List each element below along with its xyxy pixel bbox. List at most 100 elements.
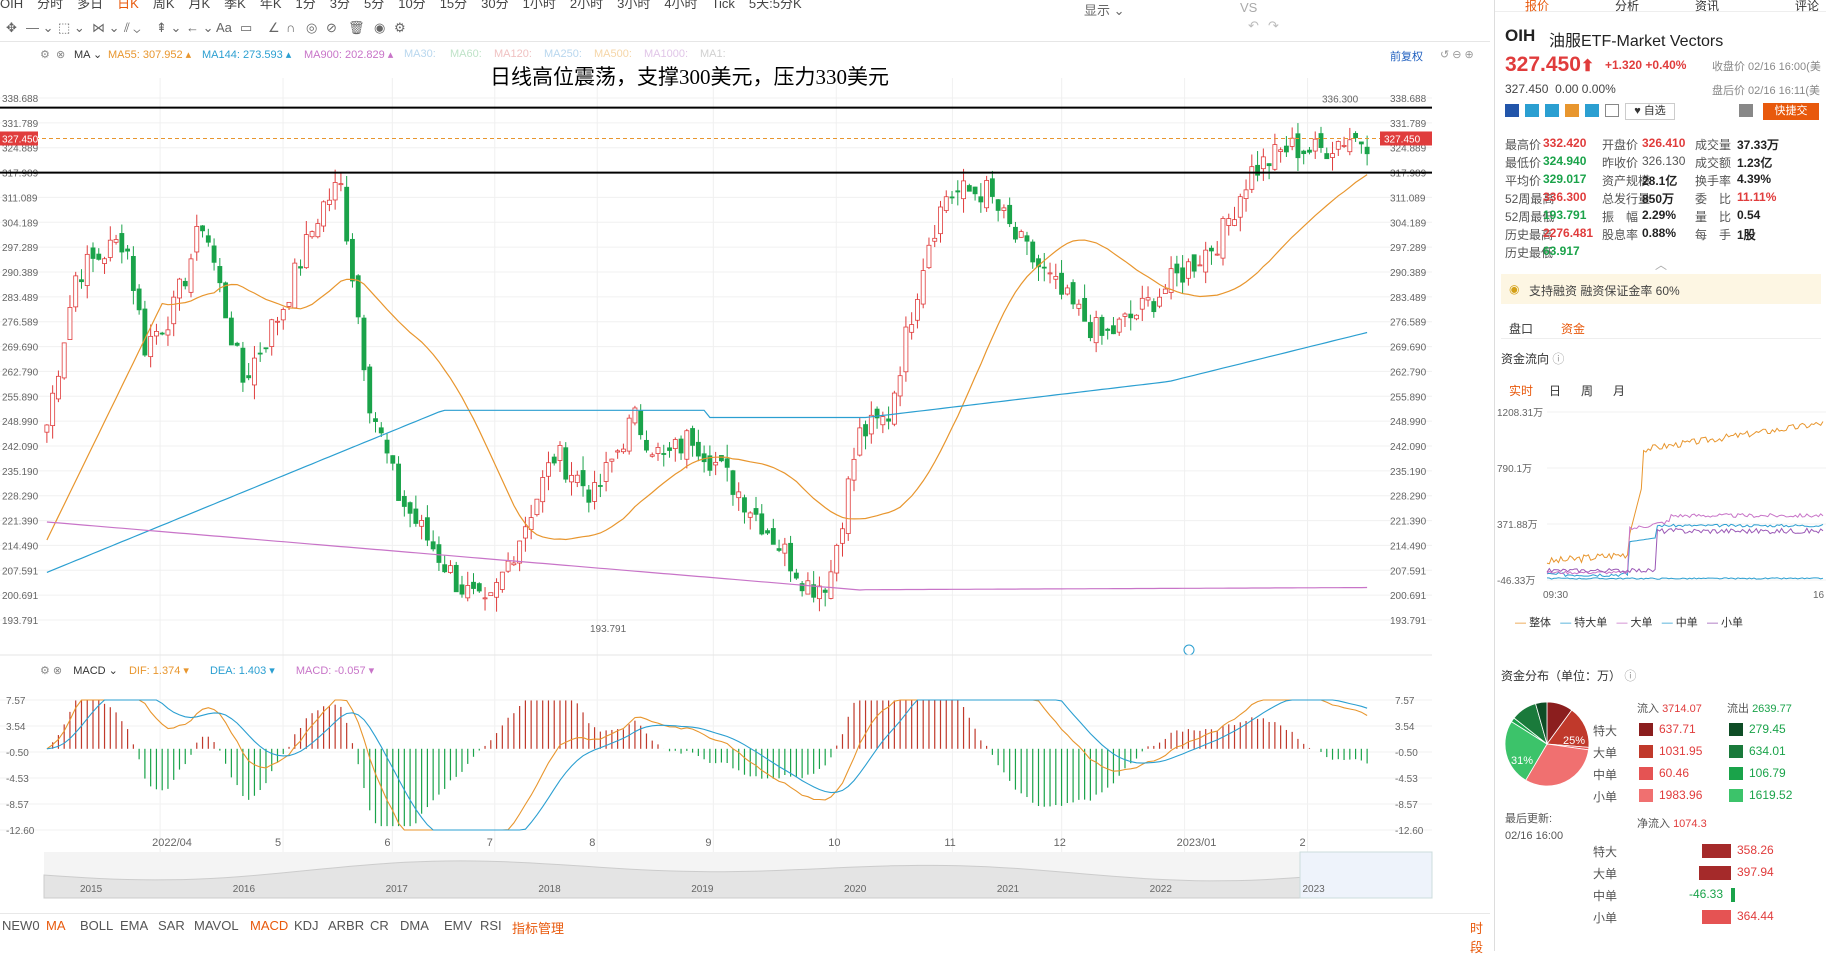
tab-analysis[interactable]: 分析 <box>1615 0 1639 14</box>
period-16[interactable]: 3小时 <box>617 0 650 10</box>
s-badge-icon[interactable] <box>1545 104 1559 117</box>
period-17[interactable]: 4小时 <box>664 0 697 10</box>
indicator-2[interactable]: BOLL <box>80 918 113 933</box>
period-11[interactable]: 10分 <box>398 0 425 10</box>
indicator-4[interactable]: SAR <box>158 918 185 933</box>
indicator-6[interactable]: MACD <box>250 918 288 933</box>
tab-quote[interactable]: 报价 <box>1525 0 1549 14</box>
period-7[interactable]: 年K <box>260 0 282 10</box>
undo-icon[interactable]: ↶ <box>1248 18 1259 34</box>
doc-badge-icon[interactable] <box>1605 104 1619 117</box>
period-4[interactable]: 周K <box>153 0 175 10</box>
candle-body <box>286 301 292 307</box>
comment-tool-icon[interactable]: ▭ <box>240 20 252 36</box>
eye-icon[interactable]: ◉ <box>374 20 385 36</box>
period-19[interactable]: 5天:5分K <box>749 0 802 10</box>
candle-body <box>453 564 459 593</box>
period-14[interactable]: 1小时 <box>523 0 556 10</box>
collapse-icon[interactable]: ︿ <box>1655 256 1667 273</box>
measure-tool-icon[interactable]: ⇞ ⌄ <box>156 20 181 36</box>
candle-body <box>55 375 61 400</box>
month-label: 7 <box>487 837 493 849</box>
candle-body <box>188 258 194 293</box>
year-label: 2017 <box>386 884 409 895</box>
magnet-icon[interactable]: ∩ <box>286 20 295 35</box>
tab-news[interactable]: 资讯 <box>1695 0 1719 14</box>
indicator-9[interactable]: CR <box>370 918 389 933</box>
candle-body <box>857 427 863 456</box>
period-0[interactable]: OIH <box>0 0 23 10</box>
bell-icon[interactable] <box>1739 104 1753 117</box>
chart-badge-icon[interactable] <box>1565 104 1579 117</box>
period-10[interactable]: 5分 <box>364 0 384 10</box>
indicator-0[interactable]: NEW0 <box>2 918 40 933</box>
candle-body <box>1001 207 1007 211</box>
flow-tab-day[interactable]: 日 <box>1549 382 1561 399</box>
indicator-5[interactable]: MAVOL <box>194 918 239 933</box>
kline-chart[interactable]: 338.688 338.688331.789 331.789324.889 324.8… <box>0 40 1440 910</box>
macd-tick-right: -12.60 <box>1395 826 1424 837</box>
stat-label: 开盘价 <box>1602 138 1639 152</box>
indicator-13[interactable]: 指标管理 <box>512 918 564 937</box>
lock-drawings-icon[interactable]: ⊘ <box>326 20 337 36</box>
settings-icon[interactable]: ⚙ <box>394 20 406 36</box>
candle-body <box>1116 318 1122 333</box>
period-3[interactable]: 日K <box>117 0 139 10</box>
period-13[interactable]: 30分 <box>481 0 508 10</box>
dea-legend: DEA: 1.403 ▾ <box>209 665 275 677</box>
crosshair-icon[interactable]: ✥ <box>6 20 17 36</box>
period-18[interactable]: Tick <box>712 0 735 10</box>
period-2[interactable]: 多日 <box>77 0 103 10</box>
watchlist-button[interactable]: ♥ 自选 <box>1625 103 1675 120</box>
timing-button[interactable]: 时段 <box>1470 918 1490 956</box>
macd-name[interactable]: MACD ⌄ <box>73 665 118 677</box>
compare-button[interactable]: VS <box>1240 0 1257 15</box>
quick-trade-button[interactable]: 快捷交 <box>1763 103 1819 120</box>
channel-tool-icon[interactable]: ⫽ ⌄ <box>124 20 140 36</box>
flow-tab-week[interactable]: 周 <box>1581 382 1593 399</box>
period-12[interactable]: 15分 <box>440 0 467 10</box>
candle-body <box>430 541 436 550</box>
tab-comments[interactable]: 评论 <box>1795 0 1819 14</box>
line-tool-icon[interactable]: — ⌄ <box>26 20 54 36</box>
brush-tool-icon[interactable]: ∠ <box>268 20 280 36</box>
us-flag-icon <box>1505 104 1519 117</box>
flow-tab-realtime[interactable]: 实时 <box>1509 382 1533 399</box>
period-9[interactable]: 3分 <box>330 0 350 10</box>
period-8[interactable]: 1分 <box>296 0 316 10</box>
arrow-tool-icon[interactable]: ← ⌄ <box>186 20 214 36</box>
indicator-8[interactable]: ARBR <box>328 918 364 933</box>
display-menu[interactable]: 显示 ⌄ <box>1084 0 1125 19</box>
trash-icon[interactable]: 🗑 <box>348 20 365 36</box>
flow-tab-month[interactable]: 月 <box>1613 382 1625 399</box>
indicator-10[interactable]: DMA <box>400 918 429 933</box>
tab-orderbook[interactable]: 盘口 <box>1509 320 1533 337</box>
macd-settings-icon[interactable]: ⚙ ⊗ <box>40 665 62 677</box>
price-tick-right: 255.890 <box>1390 392 1427 403</box>
candle-body <box>257 352 263 355</box>
stat-label: 换手率 <box>1695 174 1732 188</box>
tag-badge-icon[interactable] <box>1585 104 1599 117</box>
indicator-7[interactable]: KDJ <box>294 918 319 933</box>
indicator-12[interactable]: RSI <box>480 918 502 933</box>
tab-capital[interactable]: 资金 <box>1561 320 1585 337</box>
price-tick-left: 207.591 <box>2 566 39 577</box>
period-15[interactable]: 2小时 <box>570 0 603 10</box>
reset-icon[interactable]: ↺ ⊖ ⊕ <box>1440 48 1474 61</box>
price-tick-right: 276.589 <box>1390 318 1427 329</box>
hide-drawings-icon[interactable]: ◎ <box>306 20 317 36</box>
rect-tool-icon[interactable]: ⬚ ⌄ <box>58 20 85 36</box>
period-6[interactable]: 季K <box>224 0 246 10</box>
indicator-3[interactable]: EMA <box>120 918 148 933</box>
fib-tool-icon[interactable]: ⋈ ⌄ <box>92 20 120 36</box>
share-icon[interactable] <box>1525 104 1539 117</box>
indicator-11[interactable]: EMV <box>444 918 472 933</box>
candle-body <box>1185 261 1191 279</box>
text-tool-button[interactable]: Aa <box>216 20 232 35</box>
indicator-1[interactable]: MA <box>46 918 66 933</box>
period-5[interactable]: 月K <box>189 0 211 10</box>
redo-icon[interactable]: ↷ <box>1268 18 1279 34</box>
period-1[interactable]: 分时 <box>37 0 63 10</box>
price-tick-left: 255.890 <box>2 392 39 403</box>
year-label: 2022 <box>1150 884 1173 895</box>
